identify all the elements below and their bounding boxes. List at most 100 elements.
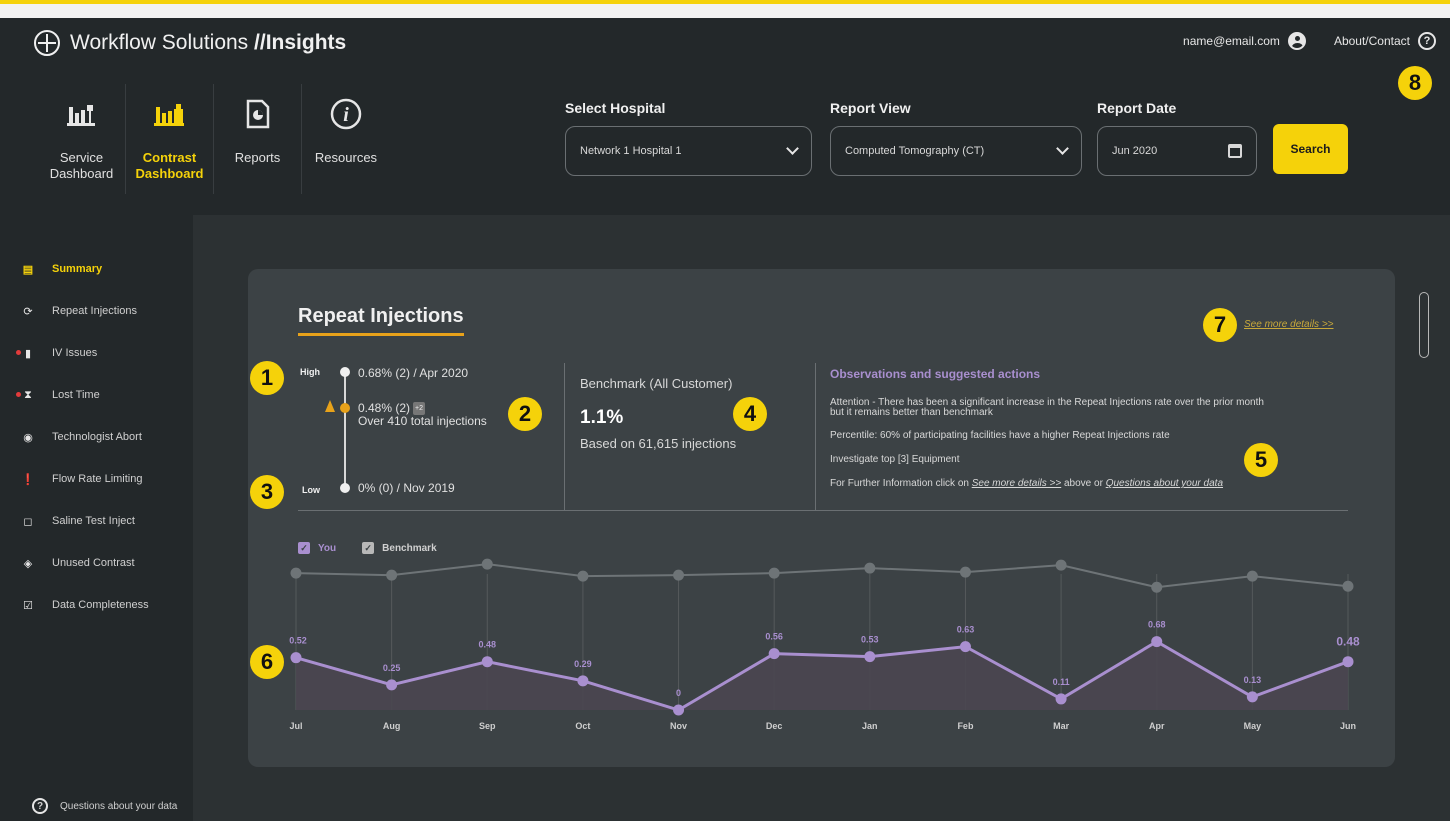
benchmark-point xyxy=(386,569,398,581)
sidebar-item-iv-issues[interactable]: ▮ IV Issues xyxy=(16,347,98,360)
you-point xyxy=(1246,691,1258,703)
nav-resources[interactable]: i Resources xyxy=(302,84,390,194)
brand-name: Workflow Solutions xyxy=(70,31,255,54)
search-button[interactable]: Search xyxy=(1273,124,1348,174)
nav-label: Resources xyxy=(314,150,378,165)
x-tick-label: Apr xyxy=(1149,721,1165,731)
sidebar-item-label: Unused Contrast xyxy=(52,557,135,569)
nav-service-dashboard[interactable]: Service Dashboard xyxy=(38,84,126,194)
about-contact-link[interactable]: About/Contact xyxy=(1334,34,1410,48)
sidebar-item-summary[interactable]: ▤ Summary xyxy=(22,263,103,276)
svg-text:i: i xyxy=(343,104,349,126)
sidebar-item-repeat-injections[interactable]: ⟳ Repeat Injections xyxy=(22,305,137,318)
sidebar-item-label: Summary xyxy=(52,263,103,275)
report-view-label: Report View xyxy=(830,100,911,116)
you-point xyxy=(768,648,780,660)
data-label: 0.52 xyxy=(289,636,307,646)
sidebar-item-lost-time[interactable]: ⧗ Lost Time xyxy=(16,388,100,401)
repeat-injections-card: Repeat Injections See more details >> Hi… xyxy=(248,269,1395,767)
data-label: 0.56 xyxy=(765,632,783,642)
benchmark-point xyxy=(290,567,302,579)
data-label: 0.53 xyxy=(861,635,879,645)
help-icon[interactable]: ? xyxy=(1418,32,1436,50)
x-tick-label: Jan xyxy=(862,721,878,731)
sidebar-item-unused-contrast[interactable]: ◈ Unused Contrast xyxy=(22,557,135,570)
report-date-value: Jun 2020 xyxy=(1112,145,1158,157)
data-label: 0.25 xyxy=(383,663,401,673)
x-tick-label: Sep xyxy=(479,721,496,731)
alert-dot xyxy=(16,350,21,355)
nav-label: Dashboard xyxy=(135,166,204,181)
list-icon: ▤ xyxy=(22,263,34,276)
sidebar-item-flow-rate-limiting[interactable]: ❗ Flow Rate Limiting xyxy=(21,473,142,486)
nav-label: Dashboard xyxy=(49,166,114,181)
sidebar: ▤ Summary ⟳ Repeat Injections ▮ IV Issue… xyxy=(0,215,193,821)
questions-link[interactable]: ? Questions about your data xyxy=(32,798,177,814)
sidebar-item-label: Saline Test Inject xyxy=(52,515,135,527)
you-point xyxy=(673,704,685,716)
nav-label: Reports xyxy=(234,150,281,165)
sidebar-item-technologist-abort[interactable]: ◉ Technologist Abort xyxy=(22,431,142,444)
hospital-value: Network 1 Hospital 1 xyxy=(580,145,682,157)
callout-badge-8: 8 xyxy=(1398,66,1432,100)
sidebar-item-saline-test-inject[interactable]: ◻ Saline Test Inject xyxy=(22,515,135,528)
service-dashboard-icon xyxy=(66,94,97,134)
hourglass-icon: ⧗ xyxy=(24,388,32,401)
header: Workflow Solutions //Insights name@email… xyxy=(0,18,1450,215)
benchmark-point xyxy=(1055,559,1067,571)
data-label: 0.13 xyxy=(1244,675,1262,685)
benchmark-point xyxy=(864,562,876,574)
user-area: name@email.com About/Contact ? xyxy=(1183,32,1436,50)
sidebar-item-label: IV Issues xyxy=(52,347,98,359)
user-email[interactable]: name@email.com xyxy=(1183,34,1280,48)
benchmark-point xyxy=(768,567,780,579)
logo-icon xyxy=(34,30,60,56)
brand[interactable]: Workflow Solutions //Insights xyxy=(34,30,346,56)
saline-icon: ◻ xyxy=(23,515,33,528)
you-point xyxy=(386,679,398,691)
calendar-icon[interactable] xyxy=(1228,144,1242,158)
alert-dot xyxy=(16,392,21,397)
alert-icon: ❗ xyxy=(21,473,35,486)
report-view-value: Computed Tomography (CT) xyxy=(845,145,985,157)
x-tick-label: Jul xyxy=(289,721,302,731)
benchmark-point xyxy=(577,570,589,582)
scrollbar[interactable] xyxy=(1419,292,1429,358)
x-tick-label: May xyxy=(1244,721,1262,731)
accent-bar xyxy=(0,0,1450,4)
x-tick-label: Jun xyxy=(1340,721,1356,731)
benchmark-point xyxy=(1342,580,1354,592)
repeat-injections-chart: Jul Aug Sep Oct Nov Dec Jan Feb Mar Apr May Jun 0.52… xyxy=(289,558,1360,731)
callout-badge-3: 3 xyxy=(250,475,284,509)
chevron-down-icon xyxy=(786,142,799,155)
you-point xyxy=(864,651,876,663)
top-stripe xyxy=(0,0,1450,18)
clipboard-icon: ☑ xyxy=(23,599,33,612)
report-date-input[interactable]: Jun 2020 xyxy=(1097,126,1257,176)
data-label: 0.11 xyxy=(1053,677,1070,687)
x-tick-label: Oct xyxy=(575,721,590,731)
callout-badge-1: 1 xyxy=(250,361,284,395)
user-icon[interactable] xyxy=(1287,32,1306,50)
you-point xyxy=(959,641,971,653)
report-view-field: Report View Computed Tomography (CT) xyxy=(830,100,1082,176)
hospital-field: Select Hospital Network 1 Hospital 1 xyxy=(565,100,812,176)
report-view-select[interactable]: Computed Tomography (CT) xyxy=(830,126,1082,176)
chevron-down-icon xyxy=(1056,142,1069,155)
benchmark-point xyxy=(481,558,493,570)
reports-icon xyxy=(246,94,270,134)
benchmark-point xyxy=(1246,570,1258,582)
sidebar-item-label: Data Completeness xyxy=(52,599,149,611)
dashboard-nav: Service Dashboard Contrast Dashboard Rep… xyxy=(38,84,390,194)
nav-contrast-dashboard[interactable]: Contrast Dashboard xyxy=(126,84,214,194)
data-label: 0.48 xyxy=(479,640,497,650)
data-label: 0.68 xyxy=(1148,620,1166,630)
report-date-label: Report Date xyxy=(1097,100,1177,116)
hospital-select[interactable]: Network 1 Hospital 1 xyxy=(565,126,812,176)
sidebar-item-data-completeness[interactable]: ☑ Data Completeness xyxy=(22,599,149,612)
nav-reports[interactable]: Reports xyxy=(214,84,302,194)
nav-label: Service xyxy=(59,150,104,165)
you-point xyxy=(1342,656,1354,668)
you-point xyxy=(577,675,589,687)
abort-icon: ◉ xyxy=(23,431,33,444)
